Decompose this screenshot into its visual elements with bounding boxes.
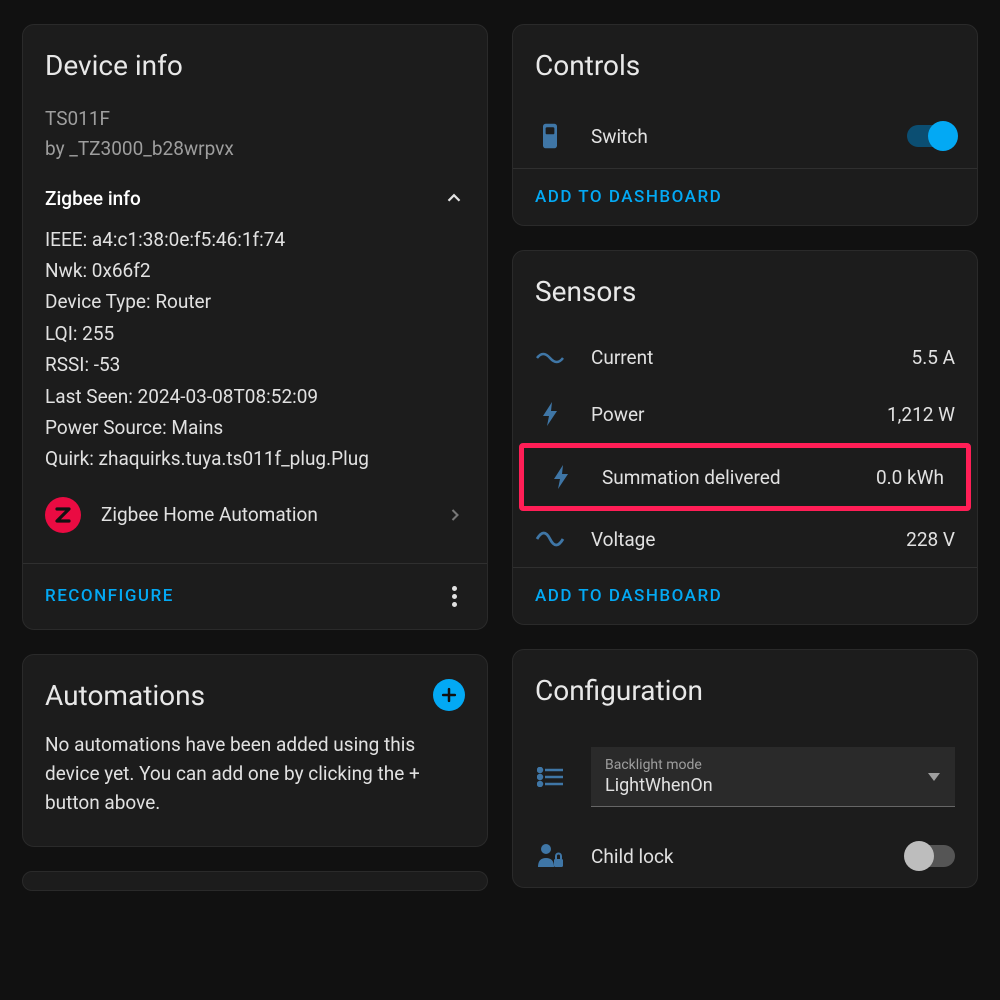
controls-title: Controls — [535, 49, 955, 82]
zigbee-info-list: IEEE: a4:c1:38:0e:f5:46:1f:74 Nwk: 0x66f… — [45, 224, 465, 475]
last-seen-row: Last Seen: 2024-03-08T08:52:09 — [45, 381, 465, 412]
ieee-row: IEEE: a4:c1:38:0e:f5:46:1f:74 — [45, 224, 465, 255]
sensor-voltage-label: Voltage — [591, 528, 880, 551]
dropdown-arrow-icon — [927, 772, 941, 782]
controls-add-dashboard-button[interactable]: ADD TO DASHBOARD — [535, 187, 722, 207]
sensor-list: Current 5.5 A Power 1,212 W Summation de… — [513, 330, 977, 567]
child-lock-label: Child lock — [591, 845, 881, 868]
sensor-current-row[interactable]: Current 5.5 A — [513, 330, 977, 385]
switch-icon — [535, 122, 565, 150]
configuration-card: Configuration Backlight mode LightWhenOn… — [512, 649, 978, 888]
sensors-add-dashboard-button[interactable]: ADD TO DASHBOARD — [535, 586, 722, 606]
sensor-power-label: Power — [591, 403, 861, 426]
left-column: Device info TS011F by _TZ3000_b28wrpvx Z… — [22, 24, 488, 976]
next-card-stub — [22, 871, 488, 891]
sensor-current-label: Current — [591, 346, 886, 369]
device-info-footer: RECONFIGURE — [23, 563, 487, 629]
sensor-voltage-row[interactable]: Voltage 228 V — [513, 511, 977, 567]
sensors-card: Sensors Current 5.5 A Power 1,212 W — [512, 250, 978, 625]
child-lock-icon — [535, 843, 565, 869]
power-source-row: Power Source: Mains — [45, 412, 465, 443]
lqi-row: LQI: 255 — [45, 318, 465, 349]
current-icon — [535, 348, 565, 368]
child-lock-row[interactable]: Child lock — [513, 825, 977, 887]
automations-empty-text: No automations have been added using thi… — [45, 730, 465, 834]
sensor-summation-value: 0.0 kWh — [876, 466, 944, 489]
zigbee-info-label: Zigbee info — [45, 187, 141, 210]
right-column: Controls Switch ADD TO DASHBOARD Sensors… — [512, 24, 978, 976]
voltage-icon — [535, 527, 565, 551]
chevron-right-icon — [445, 505, 465, 525]
backlight-select-label: Backlight mode — [605, 757, 941, 773]
add-automation-button[interactable] — [433, 679, 465, 711]
quirk-row: Quirk: zhaquirks.tuya.ts011f_plug.Plug — [45, 443, 465, 474]
automations-card: Automations No automations have been add… — [22, 654, 488, 847]
device-model: TS011F — [45, 104, 465, 134]
chevron-up-icon — [443, 187, 465, 209]
integration-label: Zigbee Home Automation — [101, 503, 318, 526]
switch-row[interactable]: Switch — [513, 104, 977, 168]
switch-toggle[interactable] — [907, 125, 955, 147]
automations-title: Automations — [45, 679, 205, 712]
sensor-power-row[interactable]: Power 1,212 W — [513, 385, 977, 443]
list-icon — [535, 767, 565, 787]
energy-icon — [546, 464, 576, 490]
child-lock-toggle[interactable] — [907, 845, 955, 867]
nwk-row: Nwk: 0x66f2 — [45, 255, 465, 286]
device-info-title: Device info — [45, 49, 465, 82]
switch-label: Switch — [591, 125, 881, 148]
sensors-title: Sensors — [535, 275, 955, 308]
backlight-select-value: LightWhenOn — [605, 775, 941, 796]
zigbee-logo-icon — [45, 497, 81, 533]
backlight-mode-select[interactable]: Backlight mode LightWhenOn — [591, 747, 955, 807]
zigbee-info-header[interactable]: Zigbee info — [45, 187, 465, 210]
power-icon — [535, 401, 565, 427]
configuration-title: Configuration — [535, 674, 955, 707]
controls-card: Controls Switch ADD TO DASHBOARD — [512, 24, 978, 226]
sensor-power-value: 1,212 W — [887, 403, 955, 426]
backlight-mode-row[interactable]: Backlight mode LightWhenOn — [513, 729, 977, 825]
device-info-card: Device info TS011F by _TZ3000_b28wrpvx Z… — [22, 24, 488, 630]
sensor-voltage-value: 228 V — [906, 528, 955, 551]
rssi-row: RSSI: -53 — [45, 349, 465, 380]
sensor-summation-row[interactable]: Summation delivered 0.0 kWh — [519, 443, 971, 511]
more-menu-button[interactable] — [444, 582, 465, 611]
sensor-current-value: 5.5 A — [912, 346, 955, 369]
reconfigure-button[interactable]: RECONFIGURE — [45, 586, 174, 606]
device-manufacturer: by _TZ3000_b28wrpvx — [45, 134, 465, 164]
integration-link[interactable]: Zigbee Home Automation — [45, 475, 465, 551]
device-type-row: Device Type: Router — [45, 286, 465, 317]
sensor-summation-label: Summation delivered — [602, 466, 850, 489]
